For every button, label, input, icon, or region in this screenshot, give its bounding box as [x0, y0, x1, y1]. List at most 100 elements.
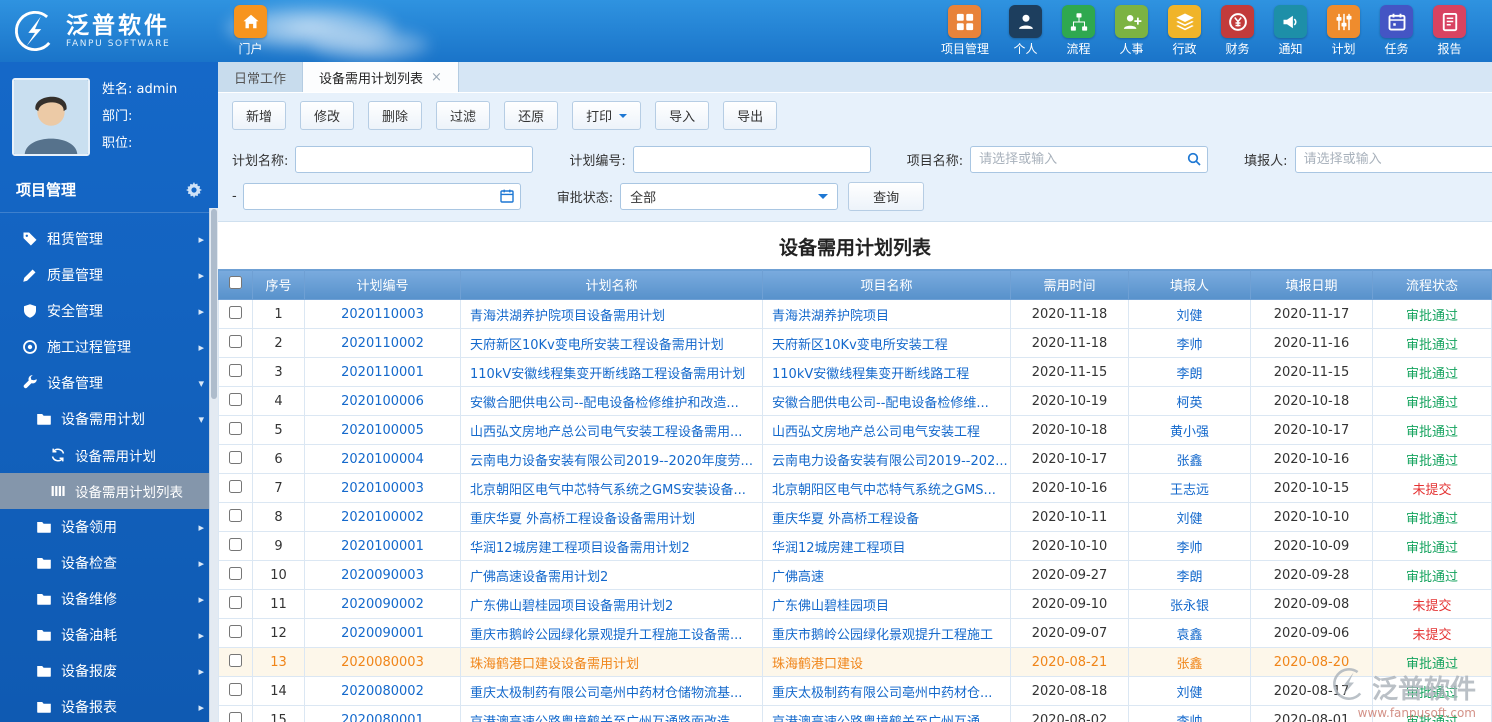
reporter-link[interactable]: 张永银 — [1170, 599, 1209, 614]
project-name-link[interactable]: 北京朝阳区电气中芯特气系统之GMS... — [772, 483, 996, 498]
top-nav-item[interactable]: 流程 — [1062, 5, 1095, 57]
reporter-link[interactable]: 柯英 — [1176, 396, 1202, 411]
sidebar-menu-item[interactable]: 设备检查 ▸ — [0, 545, 218, 581]
top-nav-item[interactable]: 财务 — [1221, 5, 1254, 57]
sidebar-menu-item[interactable]: 设备需用计划 ▾ — [0, 401, 218, 437]
plan-name-link[interactable]: 云南电力设备安装有限公司2019--2020年度劳... — [470, 454, 753, 469]
plan-no-link[interactable]: 2020110001 — [341, 365, 424, 380]
plan-no-link[interactable]: 2020100003 — [341, 481, 424, 496]
plan-name-link[interactable]: 广佛高速设备需用计划2 — [470, 570, 608, 585]
sidebar-menu-item[interactable]: 设备管理 ▾ — [0, 365, 218, 401]
project-name-link[interactable]: 京港澳高速公路粤境鹤关至广州互通... — [772, 715, 992, 722]
plan-name-link[interactable]: 重庆太极制药有限公司亳州中药材仓储物流基... — [470, 686, 742, 701]
row-checkbox[interactable] — [229, 392, 242, 406]
plan-no-link[interactable]: 2020080003 — [341, 655, 424, 670]
reporter-link[interactable]: 张鑫 — [1176, 454, 1202, 469]
row-checkbox[interactable] — [229, 566, 242, 580]
plan-no-input[interactable] — [632, 146, 871, 173]
top-nav-item[interactable]: 计划 — [1327, 5, 1360, 57]
approve-status-select[interactable]: 全部 — [620, 183, 839, 210]
reporter-link[interactable]: 张鑫 — [1176, 657, 1202, 672]
plan-name-link[interactable]: 天府新区10Kv变电所安装工程设备需用计划 — [470, 338, 724, 353]
reporter-link[interactable]: 李朗 — [1176, 570, 1202, 585]
plan-name-link[interactable]: 广东佛山碧桂园项目设备需用计划2 — [470, 599, 673, 614]
reporter-link[interactable]: 刘健 — [1176, 686, 1202, 701]
plan-name-link[interactable]: 珠海鹤港口建设设备需用计划 — [470, 657, 639, 672]
row-checkbox[interactable] — [229, 595, 242, 609]
project-name-link[interactable]: 山西弘文房地产总公司电气安装工程 — [772, 425, 980, 440]
gear-icon[interactable] — [186, 181, 202, 198]
plan-no-link[interactable]: 2020080002 — [341, 684, 424, 699]
row-checkbox[interactable] — [229, 653, 242, 667]
row-checkbox[interactable] — [229, 682, 242, 696]
sidebar-menu-item[interactable]: 安全管理 ▸ — [0, 293, 218, 329]
row-checkbox[interactable] — [229, 508, 242, 522]
plan-name-link[interactable]: 北京朝阳区电气中芯特气系统之GMS安装设备... — [470, 483, 746, 498]
sidebar-menu-item[interactable]: 施工过程管理 ▸ — [0, 329, 218, 365]
reporter-link[interactable]: 李帅 — [1176, 715, 1202, 722]
row-checkbox[interactable] — [229, 624, 242, 638]
reporter-link[interactable]: 刘健 — [1176, 309, 1202, 324]
sidebar-menu-item[interactable]: 设备领用 ▸ — [0, 509, 218, 545]
reporter-link[interactable]: 李帅 — [1176, 338, 1202, 353]
top-nav-item[interactable]: 行政 — [1168, 5, 1201, 57]
reporter-link[interactable]: 黄小强 — [1170, 425, 1209, 440]
top-nav-item[interactable]: 个人 — [1009, 5, 1042, 57]
search-icon[interactable] — [1186, 151, 1202, 167]
plan-no-link[interactable]: 2020090002 — [341, 597, 424, 612]
reporter-link[interactable]: 刘健 — [1176, 512, 1202, 527]
sidebar-menu-item[interactable]: 设备需用计划 — [0, 437, 218, 473]
sidebar-menu-item[interactable]: 设备报废 ▸ — [0, 653, 218, 689]
row-checkbox[interactable] — [229, 334, 242, 348]
select-all-checkbox[interactable] — [229, 276, 242, 289]
reporter-link[interactable]: 李帅 — [1176, 541, 1202, 556]
project-name-link[interactable]: 珠海鹤港口建设 — [772, 657, 863, 672]
plan-name-link[interactable]: 重庆华夏 外高桥工程设备设备需用计划 — [470, 512, 695, 527]
project-name-link[interactable]: 青海洪湖养护院项目 — [772, 309, 889, 324]
reporter-link[interactable]: 袁鑫 — [1176, 628, 1202, 643]
sidebar-menu-item[interactable]: 设备油耗 ▸ — [0, 617, 218, 653]
top-nav-item[interactable]: 人事 — [1115, 5, 1148, 57]
project-name-link[interactable]: 安徽合肥供电公司--配电设备检修维... — [772, 396, 989, 411]
query-button[interactable]: 查询 — [848, 182, 925, 211]
sidebar-menu-item[interactable]: 设备需用计划列表 — [0, 473, 218, 509]
plan-name-link[interactable]: 110kV安徽线程集变开断线路工程设备需用计划 — [470, 367, 745, 382]
sidebar-menu-item[interactable]: 质量管理 ▸ — [0, 257, 218, 293]
plan-name-link[interactable]: 青海洪湖养护院项目设备需用计划 — [470, 309, 665, 324]
calendar-icon[interactable] — [499, 188, 515, 204]
project-name-link[interactable]: 重庆太极制药有限公司亳州中药材仓... — [772, 686, 992, 701]
plan-no-link[interactable]: 2020090001 — [341, 626, 424, 641]
toolbar-button[interactable]: 修改 — [300, 101, 355, 130]
scrollbar-thumb[interactable] — [211, 209, 217, 399]
row-checkbox[interactable] — [229, 537, 242, 551]
plan-name-link[interactable]: 山西弘文房地产总公司电气安装工程设备需用... — [470, 425, 742, 440]
top-nav-item[interactable]: 通知 — [1274, 5, 1307, 57]
project-name-link[interactable]: 重庆市鹅岭公园绿化景观提升工程施工 — [772, 628, 993, 643]
sidebar-menu-item[interactable]: 设备维修 ▸ — [0, 581, 218, 617]
row-checkbox[interactable] — [229, 450, 242, 464]
row-checkbox[interactable] — [229, 711, 242, 722]
row-checkbox[interactable] — [229, 421, 242, 435]
plan-name-link[interactable]: 重庆市鹅岭公园绿化景观提升工程施工设备需... — [470, 628, 742, 643]
tab[interactable]: 设备需用计划列表 × — [303, 62, 459, 92]
close-icon[interactable]: × — [431, 71, 442, 84]
plan-no-link[interactable]: 2020110002 — [341, 336, 424, 351]
plan-no-link[interactable]: 2020090003 — [341, 568, 424, 583]
row-checkbox[interactable] — [229, 363, 242, 377]
toolbar-button[interactable]: 还原 — [504, 101, 559, 130]
project-name-link[interactable]: 华润12城房建工程项目 — [772, 541, 906, 556]
tab[interactable]: 日常工作 — [218, 62, 304, 92]
project-name-link[interactable]: 广佛高速 — [772, 570, 824, 585]
reporter-input[interactable] — [1294, 146, 1492, 173]
top-nav-item[interactable]: 任务 — [1380, 5, 1413, 57]
nav-item-portal[interactable]: 门户 — [234, 5, 267, 57]
toolbar-button[interactable]: 过滤 — [436, 101, 491, 130]
project-name-link[interactable]: 云南电力设备安装有限公司2019--202... — [772, 454, 1008, 469]
plan-no-link[interactable]: 2020100001 — [341, 539, 424, 554]
project-name-link[interactable]: 重庆华夏 外高桥工程设备 — [772, 512, 919, 527]
row-checkbox[interactable] — [229, 305, 242, 319]
plan-no-link[interactable]: 2020080001 — [341, 713, 424, 722]
plan-name-link[interactable]: 京港澳高速公路粤境鹤关至广州互通路面改造... — [470, 715, 742, 722]
top-nav-item[interactable]: 报告 — [1433, 5, 1466, 57]
project-name-link[interactable]: 广东佛山碧桂园项目 — [772, 599, 889, 614]
